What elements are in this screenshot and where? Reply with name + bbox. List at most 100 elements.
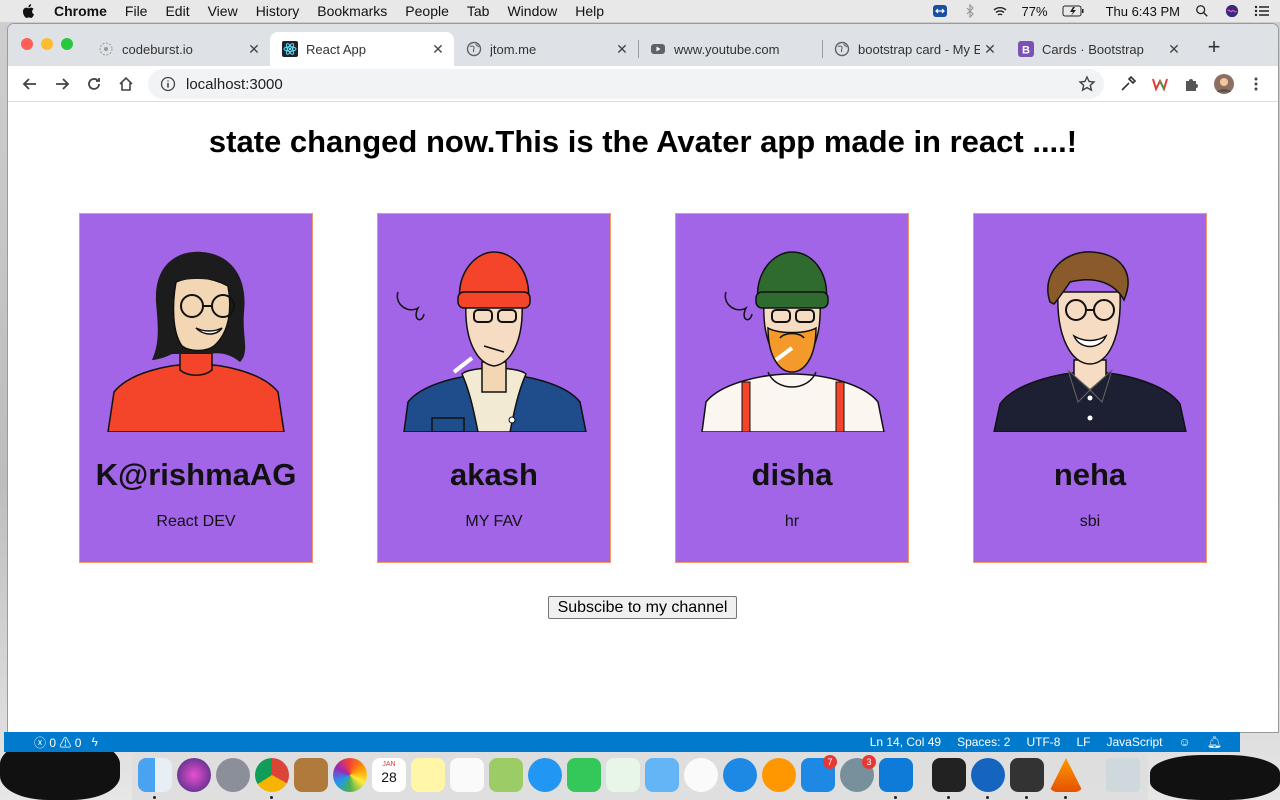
menu-edit[interactable]: Edit [165, 3, 189, 19]
running-indicator [986, 796, 989, 799]
keynote-icon[interactable] [645, 758, 679, 792]
subscribe-button[interactable]: Subscibe to my channel [548, 596, 737, 619]
tab-bootstrap-card[interactable]: bootstrap card - My E ✕ [822, 32, 1006, 66]
info-icon[interactable] [160, 76, 176, 92]
menu-tab[interactable]: Tab [467, 3, 490, 19]
close-tab-icon[interactable]: ✕ [612, 41, 632, 58]
card-role: React DEV [156, 513, 236, 530]
back-button[interactable] [18, 72, 42, 96]
siri-icon[interactable] [1224, 4, 1240, 18]
tab-title: www.youtube.com [674, 41, 780, 57]
close-tab-icon[interactable]: ✕ [980, 41, 1000, 58]
tab-jtom[interactable]: jtom.me ✕ [454, 32, 638, 66]
feedback-icon[interactable]: ☺ [1179, 735, 1191, 749]
home-button[interactable] [114, 72, 138, 96]
books-icon[interactable] [762, 758, 796, 792]
tab-cards-bootstrap[interactable]: B Cards · Bootstrap ✕ [1006, 32, 1190, 66]
card-name: disha [751, 457, 833, 492]
tab-codeburst[interactable]: codeburst.io ✕ [86, 32, 270, 66]
close-tab-icon[interactable]: ✕ [1164, 41, 1184, 58]
close-window-button[interactable] [21, 38, 33, 50]
trash-icon[interactable] [1106, 758, 1140, 792]
page-heading: state changed now.This is the Avater app… [208, 124, 1078, 159]
bookmark-star-icon[interactable] [1078, 75, 1096, 93]
bell-icon[interactable]: 🔔︎ [1207, 735, 1222, 749]
bluetooth-icon[interactable] [962, 4, 978, 18]
tab-react-app[interactable]: React App ✕ [270, 32, 454, 66]
apple-icon[interactable] [20, 3, 38, 19]
lightning-icon[interactable]: ϟ [91, 735, 97, 749]
maps-icon[interactable] [489, 758, 523, 792]
chrome-menu-button[interactable] [1244, 72, 1268, 96]
facetime-icon[interactable] [567, 758, 601, 792]
reminders-icon[interactable] [450, 758, 484, 792]
photos-icon[interactable] [333, 758, 367, 792]
globe-icon [834, 41, 850, 57]
encoding-setting[interactable]: UTF-8 [1026, 735, 1060, 749]
itunes-icon[interactable] [684, 758, 718, 792]
contacts-icon[interactable] [294, 758, 328, 792]
close-tab-icon[interactable]: ✕ [428, 41, 448, 58]
menu-people[interactable]: People [405, 3, 449, 19]
vlc-icon[interactable] [1049, 758, 1083, 792]
launchpad-icon[interactable] [216, 758, 250, 792]
card-role: MY FAV [465, 513, 523, 530]
man-glasses-shirt-avatar-icon [993, 251, 1187, 432]
profile-avatar[interactable] [1212, 72, 1236, 96]
cursor-position[interactable]: Ln 14, Col 49 [870, 735, 941, 749]
calendar-icon[interactable]: JAN 28 [372, 758, 406, 792]
teamviewer-icon[interactable] [971, 758, 1005, 792]
problems-indicator[interactable]: ⓧ 0 ⚠ 0 [34, 734, 81, 751]
reload-button[interactable] [82, 72, 106, 96]
sublime-text-icon[interactable] [1010, 758, 1044, 792]
codeburst-icon [99, 42, 113, 56]
url-text[interactable]: localhost:3000 [186, 76, 283, 93]
w-extension-icon [1152, 78, 1168, 92]
numbers-icon[interactable] [606, 758, 640, 792]
menu-help[interactable]: Help [575, 3, 604, 19]
address-bar[interactable]: localhost:3000 [148, 69, 1104, 99]
indentation-setting[interactable]: Spaces: 2 [957, 735, 1010, 749]
menu-clock[interactable]: Thu 6:43 PM [1106, 4, 1180, 19]
chrome-icon[interactable] [255, 758, 289, 792]
zoom-window-button[interactable] [61, 38, 73, 50]
reload-icon [88, 78, 100, 90]
avatar-card: disha hr [675, 213, 909, 563]
finder-icon[interactable] [138, 758, 172, 792]
minimize-window-button[interactable] [41, 38, 53, 50]
system-preferences-badge: 3 [862, 755, 876, 769]
error-count: 0 [49, 735, 57, 750]
messages-icon[interactable] [528, 758, 562, 792]
arrow-left-icon [22, 78, 36, 90]
menu-history[interactable]: History [256, 3, 300, 19]
avatar-card: akash MY FAV [377, 213, 611, 563]
eyedropper-extension-button[interactable] [1116, 72, 1140, 96]
teamviewer-tray-icon[interactable] [932, 4, 948, 18]
battery-percent[interactable]: 77% [1022, 4, 1048, 19]
forward-button[interactable] [50, 72, 74, 96]
running-indicator [153, 796, 156, 799]
menu-window[interactable]: Window [507, 3, 557, 19]
safari-icon[interactable] [723, 758, 757, 792]
eol-setting[interactable]: LF [1076, 735, 1090, 749]
extensions-button[interactable] [1180, 72, 1204, 96]
menu-bookmarks[interactable]: Bookmarks [317, 3, 387, 19]
tab-youtube[interactable]: www.youtube.com ✕ [638, 32, 822, 66]
notification-center-icon[interactable] [1254, 4, 1270, 18]
kebab-menu-icon [1254, 77, 1258, 91]
new-tab-button[interactable]: + [1202, 36, 1226, 58]
avatar-card: neha sbi [973, 213, 1207, 563]
menu-file[interactable]: File [125, 3, 148, 19]
menu-view[interactable]: View [208, 3, 238, 19]
close-tab-icon[interactable]: ✕ [244, 41, 264, 58]
battery-charging-icon[interactable] [1062, 4, 1084, 18]
siri-dock-icon[interactable] [177, 758, 211, 792]
terminal-icon[interactable] [932, 758, 966, 792]
spotlight-search-icon[interactable] [1194, 4, 1210, 18]
wifi-icon[interactable] [992, 4, 1008, 18]
notes-icon[interactable] [411, 758, 445, 792]
w-extension-button[interactable] [1148, 72, 1172, 96]
vscode-icon[interactable] [879, 758, 913, 792]
menu-app-name[interactable]: Chrome [54, 3, 107, 19]
language-mode[interactable]: JavaScript [1106, 735, 1162, 749]
